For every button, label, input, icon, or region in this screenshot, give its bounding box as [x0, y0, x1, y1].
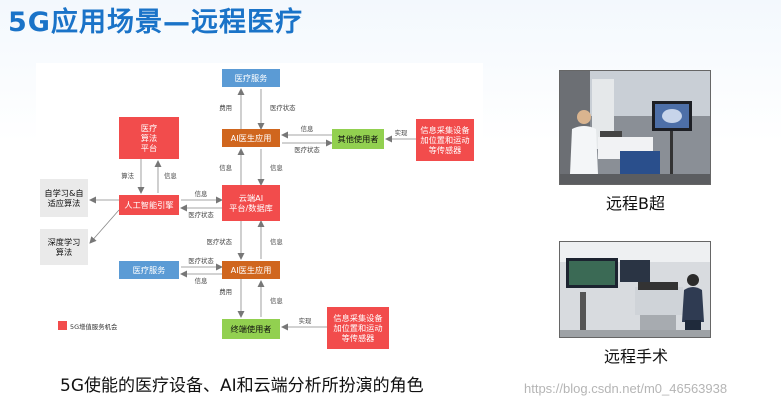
- sensors-top-text-2: 等传感器: [429, 145, 462, 155]
- cloud-platform-box: 云端AI平台/数据库: [222, 185, 280, 221]
- ai-doctor-top-box: AI医生应用: [222, 129, 280, 147]
- remote-surgery-label: 远程手术: [604, 347, 669, 366]
- edge-label-info-12: 信息: [270, 237, 283, 246]
- edge-label-medical_status-5: 医疗状态: [294, 145, 320, 154]
- ai-engine-text-0: 人工智能引擎: [124, 200, 173, 210]
- edge-label-fee-0: 费用: [219, 103, 232, 112]
- medical-algorithm-platform-text-2: 平台: [141, 143, 157, 153]
- remote-ultrasound-photo: [559, 70, 711, 185]
- self-learning-box: 自学习&自适应算法: [40, 179, 88, 217]
- edge-label-medical_status-11: 医疗状态: [206, 237, 232, 246]
- surgery-scene-image: [560, 242, 710, 337]
- edge-label-info-4: 信息: [301, 124, 314, 133]
- edge-label-info-8: 信息: [164, 171, 177, 180]
- deep-learning-text-0: 深度学习: [48, 237, 81, 247]
- other-users-box: 其他使用者: [332, 129, 384, 149]
- edge-e13: [89, 209, 120, 244]
- diagram-panel: 医疗服务 AI医生应用 其他使用者 信息采集设备 加位置和运动 等传感器 医疗 算法 平台 人工智…: [36, 63, 483, 355]
- legend-label: 5G增值服务机会: [70, 322, 118, 331]
- medical-algorithm-platform-text-0: 医疗: [141, 123, 157, 133]
- ultrasound-scene-image: [560, 71, 710, 184]
- sensors-bottom-text-1: 加位置和运动: [333, 323, 382, 333]
- edge-label-fee-15: 费用: [219, 287, 232, 296]
- edge-label-info-16: 信息: [270, 296, 283, 305]
- diagram-caption: 5G使能的医疗设备、AI和云端分析所扮演的角色: [60, 376, 424, 396]
- sensors-top-text-0: 信息采集设备: [420, 125, 469, 135]
- cloud-platform-text-0: 云端AI: [239, 193, 263, 203]
- edge-label-info-14: 信息: [195, 276, 208, 285]
- sensors-bottom-box: 信息采集设备加位置和运动等传感器: [327, 307, 389, 349]
- remote-ultrasound-label: 远程B超: [606, 194, 665, 213]
- legend-swatch: [58, 321, 67, 330]
- edge-label-medical_status-13: 医疗状态: [188, 256, 214, 265]
- medical-service-top-text-0: 医疗服务: [235, 73, 268, 83]
- self-learning-text-1: 适应算法: [48, 198, 81, 208]
- medical-diagram: 医疗服务AI医生应用 其他使用者信息采集设备加位置和运动等传感器医疗算法平台人工智…: [40, 69, 474, 349]
- edge-label-medical_status-1: 医疗状态: [270, 103, 296, 112]
- sensors-top-text-1: 加位置和运动: [420, 135, 469, 145]
- edge-label-algorithm-7: 算法: [121, 171, 134, 180]
- watermark: https://blog.csdn.net/m0_46563938: [524, 381, 728, 396]
- edge-label-implement-6: 实现: [395, 128, 408, 137]
- medical-service-top-box: 医疗服务: [222, 69, 280, 87]
- edge-label-medical_status-10: 医疗状态: [188, 210, 214, 219]
- medical-algorithm-platform-box: 医疗算法平台: [119, 117, 179, 159]
- terminal-users-text-0: 终端使用者: [231, 324, 272, 334]
- ai-engine-box: 人工智能引擎: [119, 195, 179, 215]
- ai-doctor-bottom-box: AI医生应用: [222, 261, 280, 279]
- ai-doctor-bottom-text-0: AI医生应用: [231, 265, 272, 275]
- edge-label-implement-17: 实现: [299, 316, 312, 325]
- sensors-top-box: 信息采集设备加位置和运动等传感器: [416, 119, 474, 161]
- edge-label-info-2: 信息: [219, 163, 232, 172]
- medical-algorithm-platform-text-1: 算法: [141, 133, 157, 143]
- edge-label-info-9: 信息: [195, 189, 208, 198]
- self-learning-text-0: 自学习&自: [44, 188, 83, 198]
- terminal-users-box: 终端使用者: [222, 319, 280, 339]
- cloud-platform-text-1: 平台/数据库: [229, 203, 273, 213]
- medical-service-bottom-box: 医疗服务: [119, 261, 179, 279]
- deep-learning-box: 深度学习算法: [40, 229, 88, 265]
- edge-label-info-3: 信息: [270, 163, 283, 172]
- medical-service-bottom-text-0: 医疗服务: [133, 265, 166, 275]
- deep-learning-text-1: 算法: [56, 247, 72, 257]
- other-users-text-0: 其他使用者: [338, 134, 379, 144]
- page-title: 5G应用场景—远程医疗: [8, 7, 303, 38]
- ai-doctor-top-text-0: AI医生应用: [231, 133, 272, 143]
- sensors-bottom-text-0: 信息采集设备: [333, 313, 382, 323]
- sensors-bottom-text-2: 等传感器: [342, 333, 375, 343]
- remote-surgery-photo: [559, 241, 711, 338]
